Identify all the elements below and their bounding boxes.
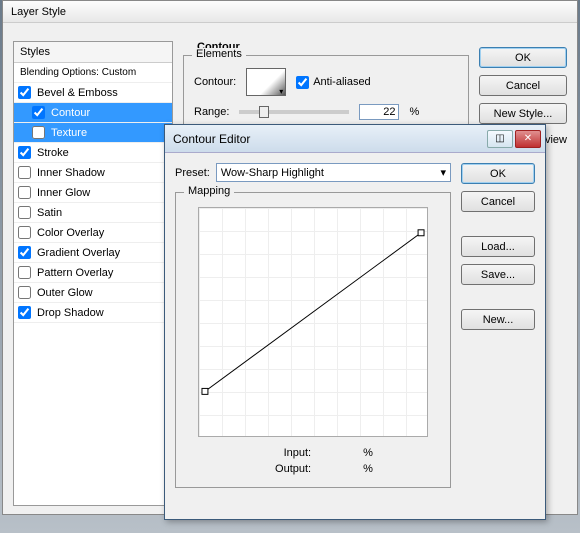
style-checkbox[interactable] (18, 146, 31, 159)
blending-options-row[interactable]: Blending Options: Custom (14, 63, 172, 83)
styles-panel: Styles Blending Options: Custom Bevel & … (13, 41, 173, 506)
style-label: Pattern Overlay (37, 267, 113, 279)
elements-legend: Elements (192, 48, 246, 60)
style-item-inner-shadow[interactable]: Inner Shadow (14, 163, 172, 183)
style-checkbox[interactable] (32, 106, 45, 119)
style-item-gradient-overlay[interactable]: Gradient Overlay (14, 243, 172, 263)
new-style-button[interactable]: New Style... (479, 103, 567, 124)
style-checkbox[interactable] (18, 86, 31, 99)
contour-label: Contour: (194, 76, 236, 88)
style-checkbox[interactable] (18, 226, 31, 239)
style-label: Stroke (37, 147, 69, 159)
preset-value: Wow-Sharp Highlight (221, 167, 324, 179)
style-item-drop-shadow[interactable]: Drop Shadow (14, 303, 172, 323)
style-item-inner-glow[interactable]: Inner Glow (14, 183, 172, 203)
window-titlebar: Layer Style (3, 1, 577, 23)
range-input[interactable] (359, 104, 399, 120)
range-unit: % (409, 106, 419, 118)
antialiased-label: Anti-aliased (313, 76, 370, 88)
style-item-outer-glow[interactable]: Outer Glow (14, 283, 172, 303)
dialog-titlebar[interactable]: Contour Editor ◫ ✕ (165, 125, 545, 153)
style-checkbox[interactable] (18, 206, 31, 219)
dlg-new-button[interactable]: New... (461, 309, 535, 330)
chevron-down-icon: ▾ (440, 166, 446, 179)
style-item-pattern-overlay[interactable]: Pattern Overlay (14, 263, 172, 283)
mapping-legend: Mapping (184, 185, 234, 197)
style-checkbox[interactable] (18, 286, 31, 299)
chevron-down-icon[interactable]: ▾ (279, 87, 283, 96)
contour-swatch[interactable]: ▾ (246, 68, 286, 96)
output-label: Output: (253, 463, 311, 475)
cancel-button[interactable]: Cancel (479, 75, 567, 96)
styles-header[interactable]: Styles (14, 42, 172, 63)
style-label: Satin (37, 207, 62, 219)
style-label: Color Overlay (37, 227, 104, 239)
close-icon[interactable]: ✕ (515, 130, 541, 148)
help-icon[interactable]: ◫ (487, 130, 513, 148)
dialog-button-column: OK Cancel Load... Save... New... (461, 163, 535, 509)
preset-label: Preset: (175, 167, 210, 179)
input-unit: % (363, 447, 373, 459)
range-slider[interactable] (239, 110, 349, 114)
elements-group: Elements Contour: ▾ Anti-aliased Range: … (183, 55, 469, 131)
style-checkbox[interactable] (18, 306, 31, 319)
style-label: Gradient Overlay (37, 247, 120, 259)
style-label: Bevel & Emboss (37, 87, 118, 99)
output-unit: % (363, 463, 373, 475)
dlg-ok-button[interactable]: OK (461, 163, 535, 184)
contour-editor-dialog: Contour Editor ◫ ✕ Preset: Wow-Sharp Hig… (164, 124, 546, 520)
dialog-title: Contour Editor (173, 132, 485, 146)
style-item-satin[interactable]: Satin (14, 203, 172, 223)
range-label: Range: (194, 106, 229, 118)
input-label: Input: (253, 447, 311, 459)
style-label: Drop Shadow (37, 307, 104, 319)
style-label: Inner Shadow (37, 167, 105, 179)
style-checkbox[interactable] (18, 186, 31, 199)
mapping-group: Mapping Input: % Output: % (175, 192, 451, 488)
style-checkbox[interactable] (32, 126, 45, 139)
style-label: Texture (51, 127, 87, 139)
preset-combo[interactable]: Wow-Sharp Highlight ▾ (216, 163, 451, 182)
curve-editor[interactable] (198, 207, 428, 437)
window-title: Layer Style (11, 6, 66, 18)
style-item-color-overlay[interactable]: Color Overlay (14, 223, 172, 243)
style-label: Inner Glow (37, 187, 90, 199)
dlg-load-button[interactable]: Load... (461, 236, 535, 257)
style-checkbox[interactable] (18, 266, 31, 279)
style-item-texture[interactable]: Texture (14, 123, 172, 143)
style-item-contour[interactable]: Contour (14, 103, 172, 123)
style-label: Outer Glow (37, 287, 93, 299)
slider-thumb[interactable] (259, 106, 269, 118)
style-checkbox[interactable] (18, 246, 31, 259)
antialiased-checkbox[interactable] (296, 76, 309, 89)
style-label: Contour (51, 107, 90, 119)
ok-button[interactable]: OK (479, 47, 567, 68)
dlg-save-button[interactable]: Save... (461, 264, 535, 285)
dlg-cancel-button[interactable]: Cancel (461, 191, 535, 212)
style-item-bevel-emboss[interactable]: Bevel & Emboss (14, 83, 172, 103)
style-item-stroke[interactable]: Stroke (14, 143, 172, 163)
style-checkbox[interactable] (18, 166, 31, 179)
